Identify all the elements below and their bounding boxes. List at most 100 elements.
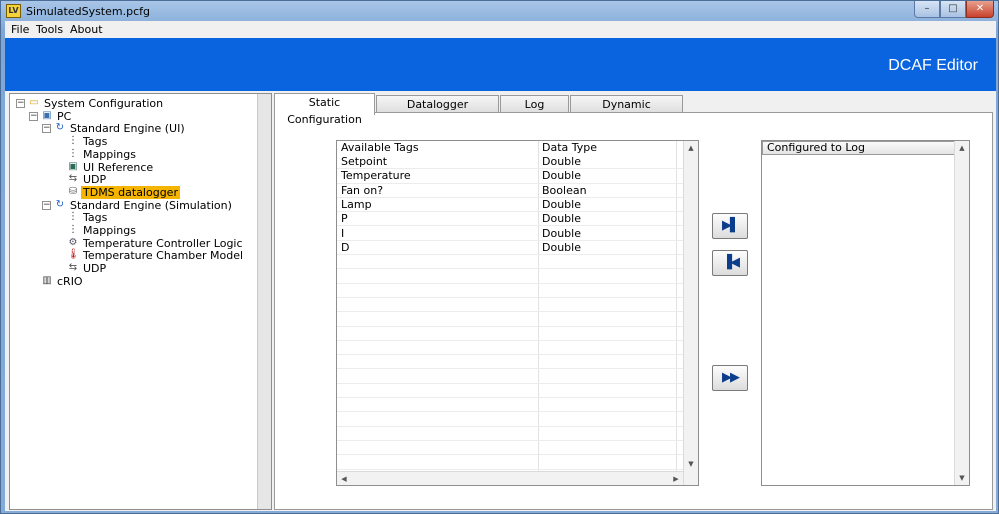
tree-item[interactable]: ⇆ UDP [10,262,255,275]
scroll-left-arrow-icon[interactable]: ◀ [337,472,351,485]
tree-item-label: Temperature Chamber Model [83,249,244,263]
table-row[interactable]: Temperature Double [337,169,683,184]
tree-item[interactable]: ▥ cRIO [10,275,255,288]
configured-to-log-list[interactable]: Configured to Log ▲ ▼ [761,140,970,486]
tree-item[interactable]: − ↻ Standard Engine (UI) [10,122,255,135]
collapse-toggle-icon[interactable]: − [42,124,51,134]
configured-to-log-header[interactable]: Configured to Log [762,141,955,155]
scroll-down-arrow-icon[interactable]: ▼ [955,471,969,485]
table-row[interactable] [337,327,683,341]
tree-item-label: Standard Engine (UI) [70,122,185,136]
tags-icon: ⋮ [68,135,78,147]
tree-item-label: System Configuration [44,97,164,110]
tag-name-cell: Fan on? [341,183,384,197]
table-row[interactable]: P Double [337,212,683,227]
database-icon: ⛁ [68,185,78,197]
header-available-tags[interactable]: Available Tags [337,141,419,155]
tag-name-cell: I [341,226,345,240]
thermometer-icon: 🌡 [67,249,80,261]
available-tags-hscroll[interactable]: ◀ ▶ [337,471,683,485]
crio-icon: ▥ [42,274,52,286]
data-type-cell: Double [542,155,581,168]
collapse-toggle-icon[interactable]: − [16,99,25,108]
table-row[interactable] [337,412,683,427]
table-row[interactable] [337,355,683,370]
configured-vscroll[interactable]: ▲ ▼ [954,141,969,485]
tag-name-cell: Temperature [341,169,411,183]
available-tags-vscroll[interactable]: ▲ ▼ [683,141,698,485]
tag-name-cell: D [341,240,350,254]
menu-about[interactable]: About [70,23,103,36]
table-row[interactable] [337,370,683,384]
tree-item-label: UDP [83,173,107,187]
tab-static-configuration[interactable]: Static Configuration [274,93,375,126]
close-button[interactable]: ✕ [966,1,994,18]
tree-item[interactable]: 🌡 Temperature Chamber Model [10,249,255,262]
scroll-down-arrow-icon[interactable]: ▼ [684,457,698,471]
scroll-right-arrow-icon[interactable]: ▶ [669,472,683,485]
table-row[interactable]: Fan on? Boolean [337,184,683,198]
table-row[interactable] [337,384,683,399]
banner: DCAF Editor [5,38,996,91]
gear-icon: ⚙ [68,236,78,248]
maximize-button[interactable]: □ [940,1,966,18]
table-row[interactable] [337,455,683,470]
system-tree[interactable]: − ▭ System Configuration − ▣ PC − ↻ Standard Eng… [9,93,272,510]
header-data-type[interactable]: Data Type [538,141,597,155]
menu-file[interactable]: File [11,23,29,36]
minimize-button[interactable]: – [914,1,940,18]
tree-item-label: Tags [83,135,108,149]
tree-item[interactable]: ⚙ Temperature Controller Logic [10,237,255,250]
table-row[interactable] [337,269,683,284]
data-type-cell: Double [542,240,581,254]
table-row[interactable] [337,312,683,327]
table-row[interactable] [337,341,683,356]
table-row[interactable]: Setpoint Double [337,155,683,170]
tree-item-label: PC [57,109,72,123]
remove-tag-button[interactable]: ▐◀ [712,250,748,276]
table-row[interactable] [337,427,683,441]
collapse-toggle-icon[interactable]: − [29,111,38,121]
add-tag-button[interactable]: ▶▌ [712,213,748,239]
scroll-up-arrow-icon[interactable]: ▲ [684,141,698,155]
tree-item[interactable]: − ▭ System Configuration [10,97,255,110]
tree-item[interactable]: − ▣ PC [10,110,255,123]
engine-icon: ↻ [55,198,65,210]
table-row[interactable] [337,284,683,298]
tree-item[interactable]: ⋮ Mappings [10,148,255,161]
tree-item-label: UI Reference [83,160,154,174]
tree-item[interactable]: − ↻ Standard Engine (Simulation) [10,199,255,212]
table-row[interactable]: D Double [337,240,683,256]
tree-item[interactable]: ▣ UI Reference [10,161,255,174]
tag-name-cell: Lamp [341,197,372,211]
static-configuration-panel: Available Tags Data Type Setpoint Double T… [274,112,993,510]
mappings-icon: ⋮ [68,147,78,159]
collapse-toggle-icon[interactable]: − [42,200,51,210]
menu-tools[interactable]: Tools [36,23,63,36]
title-bar[interactable]: LV SimulatedSystem.pcfg – □ ✕ [1,1,998,21]
table-row[interactable] [337,441,683,456]
add-all-tags-button[interactable]: ▶▶ [712,365,748,391]
tree-item-label: TDMS datalogger [81,185,180,199]
tree-scrollbar[interactable] [257,94,271,509]
tree-item-label: Temperature Controller Logic [83,236,243,250]
table-row[interactable]: Lamp Double [337,197,683,213]
table-row[interactable] [337,255,683,270]
available-tags-list[interactable]: Available Tags Data Type Setpoint Double T… [336,140,699,486]
table-row[interactable]: I Double [337,227,683,241]
tree-item[interactable]: ⋮ Tags [10,211,255,224]
window-title: SimulatedSystem.pcfg [26,5,150,18]
tree-item-label: Mappings [83,224,136,237]
labview-icon: LV [6,4,21,18]
table-row[interactable] [337,398,683,413]
table-row[interactable] [337,298,683,313]
network-icon: ⇆ [68,173,78,185]
tree-item[interactable]: ⋮ Mappings [10,224,255,237]
data-type-cell: Double [542,226,581,240]
data-type-cell: Boolean [542,183,587,197]
tree-item[interactable]: ⋮ Tags [10,135,255,148]
tree-item[interactable]: ⛁ TDMS datalogger [10,185,255,199]
tree-item[interactable]: ⇆ UDP [10,173,255,186]
tree-item-label: UDP [83,262,107,276]
scroll-up-arrow-icon[interactable]: ▲ [955,141,969,155]
